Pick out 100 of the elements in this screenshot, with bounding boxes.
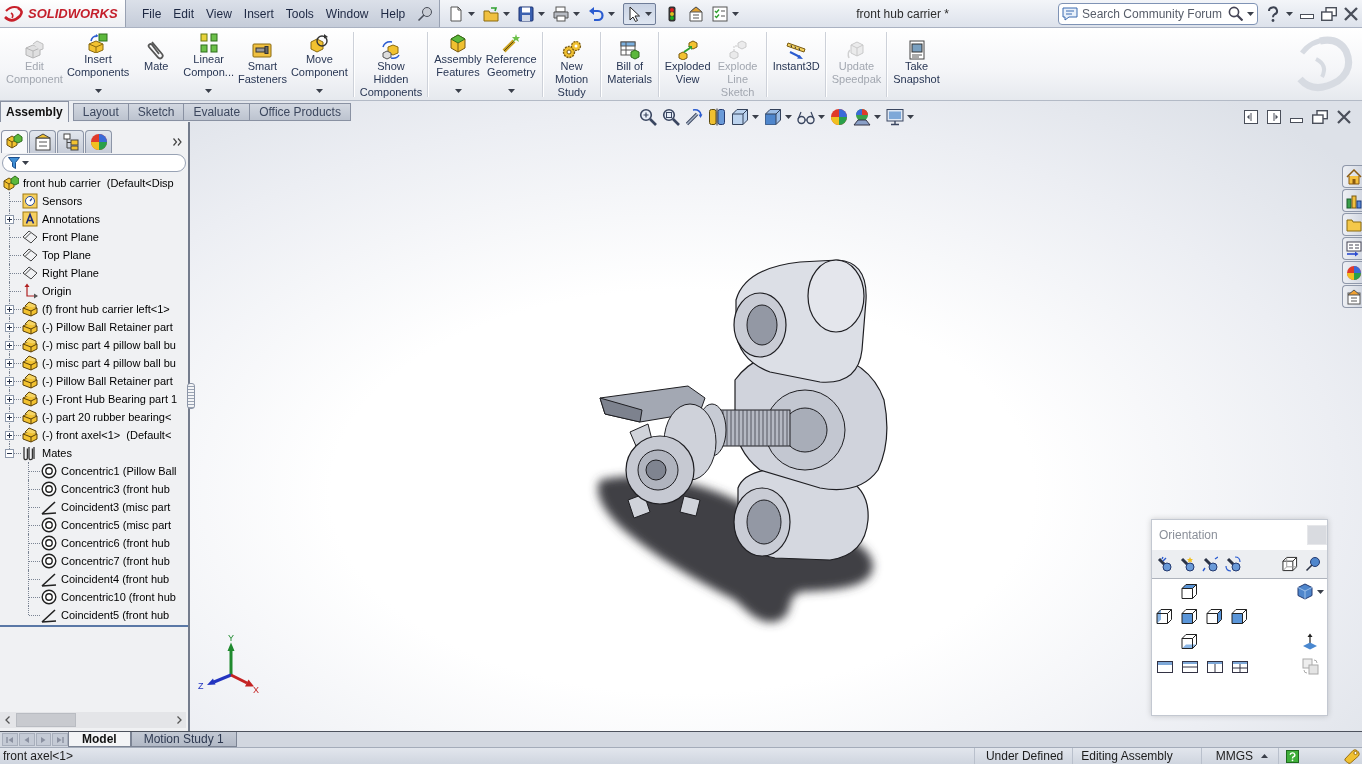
toolbar-button[interactable]: Smart Fasteners [236, 28, 289, 100]
printer-icon[interactable] [553, 5, 570, 22]
task-pane-tab[interactable] [1342, 261, 1362, 284]
expand-toggle[interactable] [5, 340, 14, 350]
wand-icon[interactable] [1179, 556, 1195, 572]
toolbar-button[interactable]: Assembly Features [432, 28, 484, 100]
toolbar-button[interactable]: Show Hidden Components [357, 28, 425, 100]
caret-icon[interactable] [608, 11, 616, 16]
menu-item[interactable]: File [136, 6, 168, 21]
tree-item[interactable]: Concentric3 (front hub [41, 480, 171, 498]
tree-item[interactable]: Coincident3 (misc part [41, 498, 172, 516]
toolbar-button[interactable]: Bill of Materials [604, 28, 655, 100]
select-button[interactable] [623, 2, 657, 25]
caret-icon[interactable] [1286, 11, 1293, 16]
tab[interactable]: Evaluate [183, 103, 251, 121]
filter-field[interactable] [2, 154, 186, 172]
tree-item[interactable]: front hub carrier (Default<Disp [3, 174, 175, 192]
window-layout-icon[interactable] [1231, 660, 1248, 673]
tree-item[interactable]: Mates [22, 444, 73, 462]
expand-toggle[interactable] [5, 304, 14, 314]
toolbar-button[interactable]: Reference Geometry [483, 28, 539, 100]
toolbar-button[interactable]: Take Snapshot [891, 28, 942, 100]
restore-icon[interactable] [1312, 110, 1328, 124]
caret-icon[interactable] [732, 11, 740, 16]
caret-icon[interactable] [503, 11, 511, 16]
restore-icon[interactable] [1321, 6, 1337, 21]
tree-item[interactable]: (-) Pillow Ball Retainer part [22, 372, 174, 390]
scroll-right-icon[interactable] [177, 716, 182, 724]
tree-item[interactable]: Front Plane [22, 228, 100, 246]
sheet-icon[interactable] [688, 5, 705, 22]
menu-item[interactable]: Window [319, 6, 375, 21]
split-left-icon[interactable] [1244, 110, 1258, 124]
caret-icon[interactable] [817, 115, 825, 119]
tree-item[interactable]: Concentric7 (front hub [41, 552, 171, 570]
caret-icon[interactable] [1316, 589, 1324, 594]
tab[interactable] [57, 130, 84, 153]
view-cube-icon[interactable] [1156, 608, 1173, 625]
scroll-left-icon[interactable] [5, 716, 10, 724]
expand-toggle[interactable] [5, 412, 14, 422]
tab[interactable] [1, 130, 28, 153]
save-icon[interactable] [518, 5, 535, 22]
tree-item[interactable]: Coincident4 (front hub [41, 570, 171, 588]
tree-item[interactable]: (-) part 20 rubber bearing< [22, 408, 173, 426]
split-right-icon[interactable] [1267, 110, 1281, 124]
view-cube-icon[interactable] [1231, 608, 1248, 625]
scrollbar[interactable] [0, 712, 186, 728]
menu-item[interactable]: Help [374, 6, 412, 21]
menu-item[interactable]: Tools [279, 6, 320, 21]
expand-toggle[interactable] [5, 322, 14, 332]
close-icon[interactable] [1344, 6, 1358, 21]
expand-toggle[interactable] [5, 214, 14, 224]
tab[interactable]: Assembly [0, 101, 69, 122]
color-wheel-icon[interactable] [829, 108, 848, 126]
expand-toggle[interactable] [5, 358, 14, 368]
expand-toggle[interactable] [5, 394, 14, 404]
tab[interactable]: Model [68, 732, 131, 747]
tree-item[interactable]: (f) front hub carrier left<1> [22, 300, 171, 318]
monitor-icon[interactable] [885, 108, 904, 126]
caret-icon[interactable] [538, 11, 546, 16]
toolbar-button[interactable]: New Motion Study [546, 28, 597, 100]
toolbar-button[interactable]: Move Component [288, 28, 350, 100]
checklist-icon[interactable] [712, 5, 729, 22]
view-cube-icon[interactable] [1181, 583, 1198, 600]
wand-icon[interactable] [1225, 556, 1241, 572]
expand-toggle[interactable] [5, 430, 14, 440]
window-layout-icon[interactable] [1206, 660, 1223, 673]
task-pane-tab[interactable] [1342, 285, 1362, 308]
caret-icon[interactable] [751, 115, 759, 119]
tree-item[interactable]: Concentric1 (Pillow Ball [41, 462, 178, 480]
menu-item[interactable]: Edit [167, 6, 201, 21]
tree-item[interactable]: (-) Pillow Ball Retainer part [22, 318, 174, 336]
tree-item[interactable]: Annotations [22, 210, 102, 228]
expand-toggle[interactable] [5, 448, 14, 458]
wand-icon[interactable] [1156, 556, 1172, 572]
view-cube-icon[interactable] [1181, 608, 1198, 625]
minimize-icon[interactable] [1300, 14, 1314, 19]
view-cube-icon[interactable] [1181, 633, 1198, 650]
toolbar-button[interactable]: Insert Components [64, 28, 132, 100]
search-field[interactable]: Search Community Forum [1058, 2, 1258, 25]
pin-icon[interactable] [1305, 556, 1321, 572]
tag-icon[interactable] [1344, 748, 1360, 764]
toolbar-button[interactable]: Instant3D [770, 28, 822, 100]
task-pane-tab[interactable] [1342, 165, 1362, 188]
shaded-cube-icon[interactable] [1296, 583, 1313, 600]
help-icon[interactable] [1267, 5, 1279, 22]
tree-item[interactable]: Concentric10 (front hub [41, 588, 177, 606]
wand-icon[interactable] [1202, 556, 1218, 572]
chevron-icon[interactable] [173, 137, 182, 146]
tab[interactable]: Motion Study 1 [130, 732, 237, 747]
menu-item[interactable]: Insert [237, 6, 280, 21]
undo-icon[interactable] [588, 5, 605, 22]
toolbar-button[interactable]: Exploded View [662, 28, 713, 100]
wire-cube-icon[interactable] [730, 108, 749, 126]
window-layout-icon[interactable] [1156, 660, 1173, 673]
wand-icon[interactable] [684, 108, 703, 126]
tab[interactable]: Layout [72, 103, 129, 121]
arrow-plane-icon[interactable] [1302, 633, 1318, 650]
wire-cube-icon[interactable] [1282, 556, 1298, 572]
tree-item[interactable]: (-) Front Hub Bearing part 1 [22, 390, 179, 408]
tree-item[interactable]: Coincident5 (front hub [41, 606, 171, 624]
